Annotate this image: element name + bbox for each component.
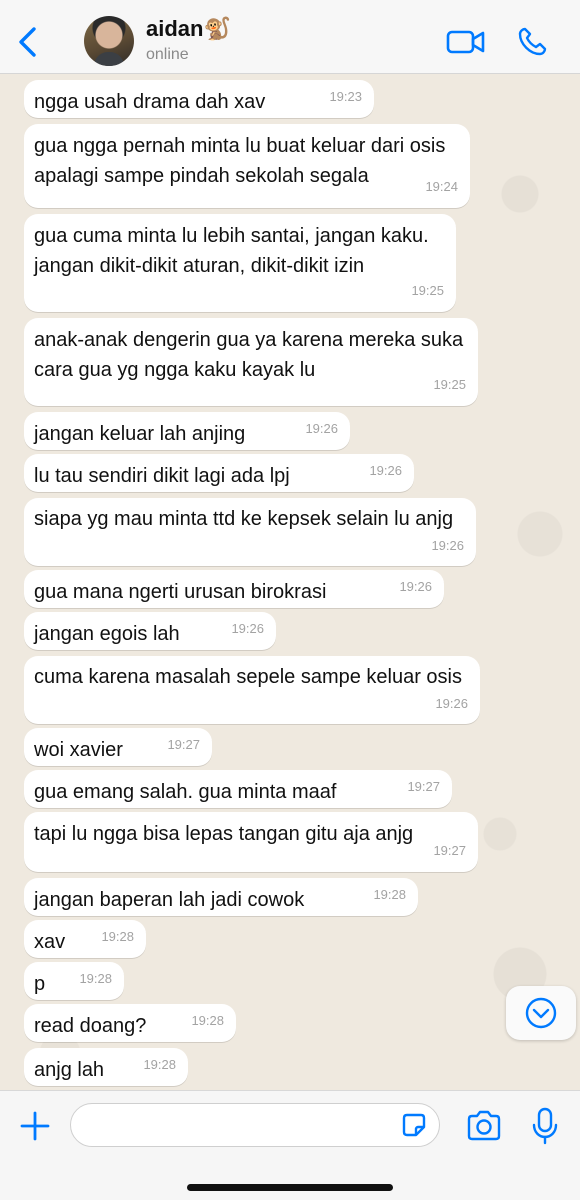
contact-status: online	[146, 46, 189, 63]
message-bubble[interactable]: cuma karena masalah sepele sampe keluar …	[24, 656, 480, 724]
microphone-icon[interactable]	[530, 1107, 560, 1145]
message-text: tapi lu ngga bisa lepas tangan gitu aja …	[34, 823, 414, 845]
message-text: gua emang salah. gua minta maaf	[34, 781, 337, 803]
message-text: ngga usah drama dah xav	[34, 91, 266, 113]
message-time: 19:28	[373, 887, 406, 902]
message-time: 19:24	[425, 179, 458, 194]
phone-icon[interactable]	[516, 26, 548, 58]
message-time: 19:25	[411, 283, 444, 298]
message-time: 19:26	[369, 463, 402, 478]
message-bubble[interactable]: xav 19:28	[24, 920, 146, 958]
message-time: 19:27	[433, 843, 466, 858]
message-text: gua mana ngerti urusan birokrasi	[34, 581, 327, 603]
message-time: 19:26	[431, 538, 464, 553]
message-bubble[interactable]: anjg lah 19:28	[24, 1048, 188, 1086]
message-text: cuma karena masalah sepele sampe keluar …	[34, 666, 462, 688]
video-call-icon[interactable]	[446, 28, 486, 56]
chevron-down-circle-icon	[525, 997, 557, 1029]
message-bubble[interactable]: gua cuma minta lu lebih santai, jangan k…	[24, 214, 456, 312]
message-text: lu tau sendiri dikit lagi ada lpj	[34, 465, 290, 487]
message-bubble[interactable]: lu tau sendiri dikit lagi ada lpj 19:26	[24, 454, 414, 492]
message-bubble[interactable]: anak-anak dengerin gua ya karena mereka …	[24, 318, 478, 406]
message-text: anjg lah	[34, 1059, 105, 1081]
message-text: xav	[34, 931, 66, 953]
back-chevron-icon[interactable]	[14, 24, 42, 60]
message-bubble[interactable]: jangan baperan lah jadi cowok 19:28	[24, 878, 418, 916]
message-bubble[interactable]: siapa yg mau minta ttd ke kepsek selain …	[24, 498, 476, 566]
message-text: jangan baperan lah jadi cowok	[34, 889, 305, 911]
message-text: gua ngga pernah minta lu buat keluar dar…	[34, 135, 446, 187]
message-time: 19:26	[305, 421, 338, 436]
camera-icon[interactable]	[466, 1109, 502, 1143]
message-text: jangan egois lah	[34, 623, 180, 645]
message-bubble[interactable]: jangan keluar lah anjing 19:26	[24, 412, 350, 450]
message-input-container[interactable]	[70, 1103, 440, 1147]
contact-name[interactable]: aidan🐒	[146, 16, 231, 42]
message-text: woi xavier	[34, 739, 123, 761]
message-bubble[interactable]: tapi lu ngga bisa lepas tangan gitu aja …	[24, 812, 478, 872]
message-time: 19:26	[435, 696, 468, 711]
message-time: 19:25	[433, 377, 466, 392]
message-time: 19:28	[101, 929, 134, 944]
message-text: siapa yg mau minta ttd ke kepsek selain …	[34, 508, 454, 530]
message-bubble[interactable]: read doang? 19:28	[24, 1004, 236, 1042]
message-bubble[interactable]: p 19:28	[24, 962, 124, 1000]
message-time: 19:27	[407, 779, 440, 794]
chat-header: aidan🐒 online	[0, 0, 580, 74]
message-time: 19:28	[143, 1057, 176, 1072]
message-bubble[interactable]: gua mana ngerti urusan birokrasi 19:26	[24, 570, 444, 608]
message-time: 19:23	[329, 89, 362, 104]
message-list[interactable]: ngga usah drama dah xav 19:23 gua ngga p…	[0, 74, 580, 1090]
plus-icon[interactable]	[18, 1109, 52, 1143]
composer-bar	[0, 1090, 580, 1200]
message-text: gua cuma minta lu lebih santai, jangan k…	[34, 225, 429, 277]
message-bubble[interactable]: woi xavier 19:27	[24, 728, 212, 766]
message-input[interactable]	[87, 1104, 391, 1146]
message-time: 19:27	[167, 737, 200, 752]
contact-avatar[interactable]	[84, 16, 134, 66]
message-bubble[interactable]: gua ngga pernah minta lu buat keluar dar…	[24, 124, 470, 208]
message-time: 19:28	[191, 1013, 224, 1028]
message-text: jangan keluar lah anjing	[34, 423, 246, 445]
message-bubble[interactable]: gua emang salah. gua minta maaf 19:27	[24, 770, 452, 808]
message-time: 19:26	[231, 621, 264, 636]
scroll-to-bottom-button[interactable]	[506, 986, 576, 1040]
message-time: 19:28	[79, 971, 112, 986]
sticker-icon[interactable]	[399, 1110, 429, 1140]
home-indicator[interactable]	[187, 1184, 393, 1191]
message-text: read doang?	[34, 1015, 147, 1037]
message-bubble[interactable]: jangan egois lah 19:26	[24, 612, 276, 650]
message-text: anak-anak dengerin gua ya karena mereka …	[34, 329, 464, 381]
message-text: p	[34, 973, 46, 995]
message-bubble[interactable]: ngga usah drama dah xav 19:23	[24, 80, 374, 118]
message-time: 19:26	[399, 579, 432, 594]
